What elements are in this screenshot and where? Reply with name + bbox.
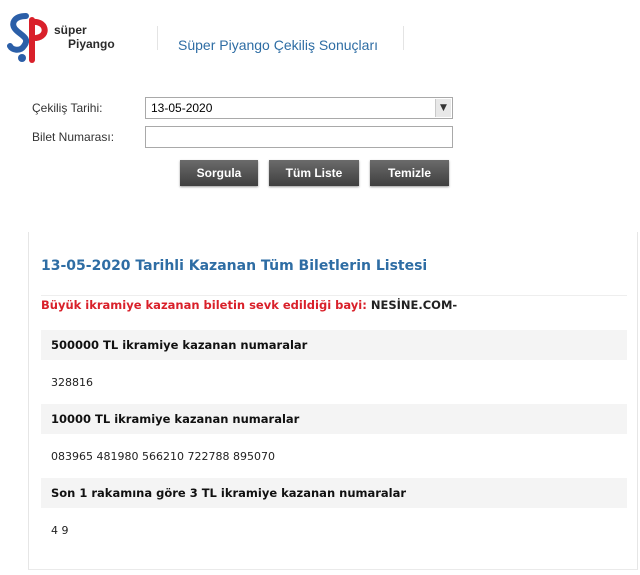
draw-date-value: 13-05-2020 [151, 101, 213, 115]
draw-date-label: Çekiliş Tarihi: [32, 101, 103, 115]
section-heading-500000: 500000 TL ikramiye kazanan numaralar [41, 330, 627, 360]
section-heading-10000: 10000 TL ikramiye kazanan numaralar [41, 404, 627, 434]
draw-date-select[interactable]: 13-05-2020 ▼ [145, 97, 453, 119]
panel-separator [41, 295, 627, 296]
super-piyango-logo-icon [7, 13, 48, 63]
dealer-label: Büyük ikramiye kazanan biletin sevk edil… [41, 298, 367, 312]
logo-text-super: süper [54, 23, 87, 37]
super-piyango-logo[interactable]: süper Piyango [6, 10, 146, 70]
query-button[interactable]: Sorgula [180, 160, 258, 186]
dealer-value: NESİNE.COM- [370, 298, 458, 312]
header: süper Piyango Süper Piyango Çekiliş Sonu… [0, 0, 640, 80]
all-list-button[interactable]: Tüm Liste [269, 160, 359, 186]
section-numbers-500000: 328816 [51, 376, 93, 389]
ticket-number-input[interactable] [145, 126, 453, 148]
header-divider-right [403, 26, 404, 50]
page-title[interactable]: Süper Piyango Çekiliş Sonuçları [178, 37, 378, 53]
ticket-number-label: Bilet Numarası: [32, 130, 115, 144]
results-panel: 13-05-2020 Tarihli Kazanan Tüm Biletleri… [28, 232, 638, 570]
section-numbers-3tl: 4 9 [51, 524, 69, 537]
clear-button[interactable]: Temizle [370, 160, 449, 186]
section-numbers-10000: 083965 481980 566210 722788 895070 [51, 450, 275, 463]
chevron-down-icon[interactable]: ▼ [435, 99, 451, 117]
logo-text-piyango: Piyango [68, 37, 115, 51]
results-title: 13-05-2020 Tarihli Kazanan Tüm Biletleri… [41, 258, 428, 274]
dealer-line: Büyük ikramiye kazanan biletin sevk edil… [41, 298, 457, 312]
section-heading-3tl: Son 1 rakamına göre 3 TL ikramiye kazana… [41, 478, 627, 508]
header-divider-left [157, 26, 158, 50]
